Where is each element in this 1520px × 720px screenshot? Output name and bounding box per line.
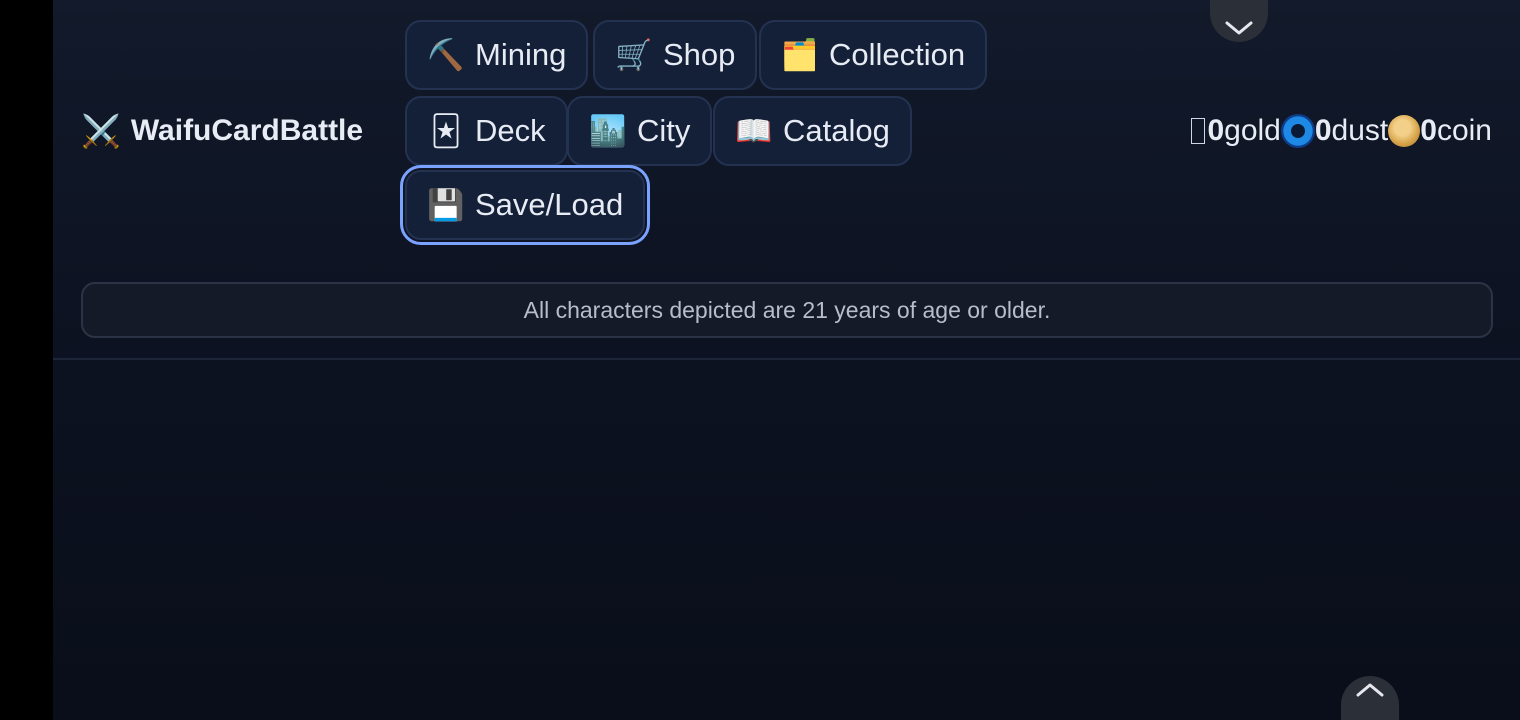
coin-counter: 0 coin (1388, 114, 1492, 148)
nav-button-city[interactable]: 🏙️ City (567, 96, 713, 166)
coin-value: 0 (1420, 114, 1437, 147)
currency-bar: 0 gold 0 dust 0 coin (1191, 110, 1492, 152)
dust-label: dust (1331, 114, 1389, 147)
floppy-disk-icon: 💾 (427, 187, 465, 223)
nav-button-shop[interactable]: 🛒 Shop (593, 20, 758, 90)
expand-up-tab[interactable] (1341, 676, 1399, 720)
joker-card-icon: 🃏 (430, 113, 462, 149)
nav-label-deck: Deck (475, 113, 546, 148)
gold-counter: 0 gold (1191, 114, 1281, 148)
nav-label-mining: Mining (475, 37, 567, 72)
dust-value: 0 (1314, 114, 1332, 147)
chevron-down-icon (1225, 21, 1253, 35)
chevron-up-icon (1356, 683, 1384, 697)
collapse-down-tab[interactable] (1210, 0, 1268, 42)
gold-label: gold (1224, 114, 1281, 147)
nav-label-shop: Shop (663, 37, 736, 72)
crossed-swords-icon: ⚔️ (81, 112, 121, 150)
open-book-icon: 📖 (735, 113, 773, 149)
coin-label: coin (1436, 114, 1492, 147)
nav-label-collection: Collection (829, 37, 966, 72)
card-index-dividers-icon: 🗂️ (781, 37, 819, 73)
age-disclaimer-banner: All characters depicted are 21 years of … (81, 282, 1493, 338)
brand: ⚔️ WaifuCardBattle (81, 110, 363, 152)
cityscape-icon: 🏙️ (589, 113, 627, 149)
shopping-cart-icon: 🛒 (615, 37, 653, 73)
nav-button-mining[interactable]: ⛏️ Mining (405, 20, 589, 90)
pickaxe-icon: ⛏️ (427, 37, 465, 73)
nav-button-catalog[interactable]: 📖 Catalog (713, 96, 912, 166)
nav-label-city: City (637, 113, 691, 148)
gold-icon (1191, 118, 1206, 144)
nav-button-collection[interactable]: 🗂️ Collection (759, 20, 988, 90)
header-divider (53, 358, 1520, 360)
left-black-strip (0, 0, 53, 720)
app-root: ⚔️ WaifuCardBattle ⛏️ Mining 🛒 Shop 🗂️ C… (53, 0, 1520, 720)
nav-button-deck[interactable]: 🃏 Deck (405, 96, 568, 166)
nav-label-saveload: Save/Load (475, 187, 624, 222)
gold-value: 0 (1207, 114, 1225, 147)
brand-title: WaifuCardBattle (130, 114, 364, 147)
age-disclaimer-text: All characters depicted are 21 years of … (523, 296, 1051, 323)
nav-button-saveload[interactable]: 💾 Save/Load (399, 165, 651, 245)
nav-label-catalog: Catalog (783, 113, 890, 148)
coin-icon (1388, 115, 1421, 147)
dust-icon (1280, 114, 1315, 148)
dust-counter: 0 dust (1280, 114, 1389, 148)
